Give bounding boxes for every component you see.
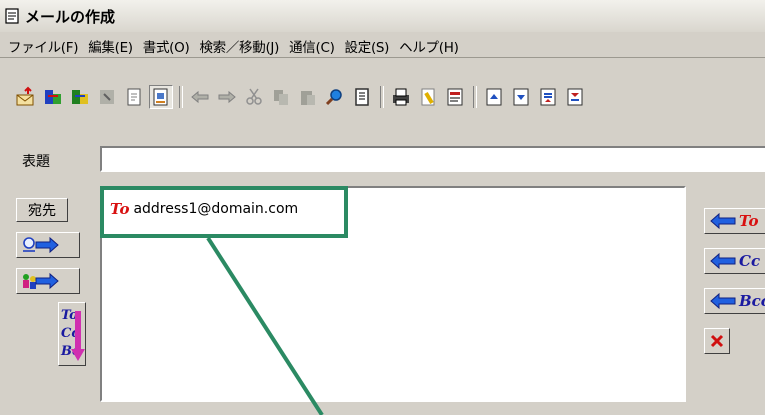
callout-line <box>206 236 324 415</box>
